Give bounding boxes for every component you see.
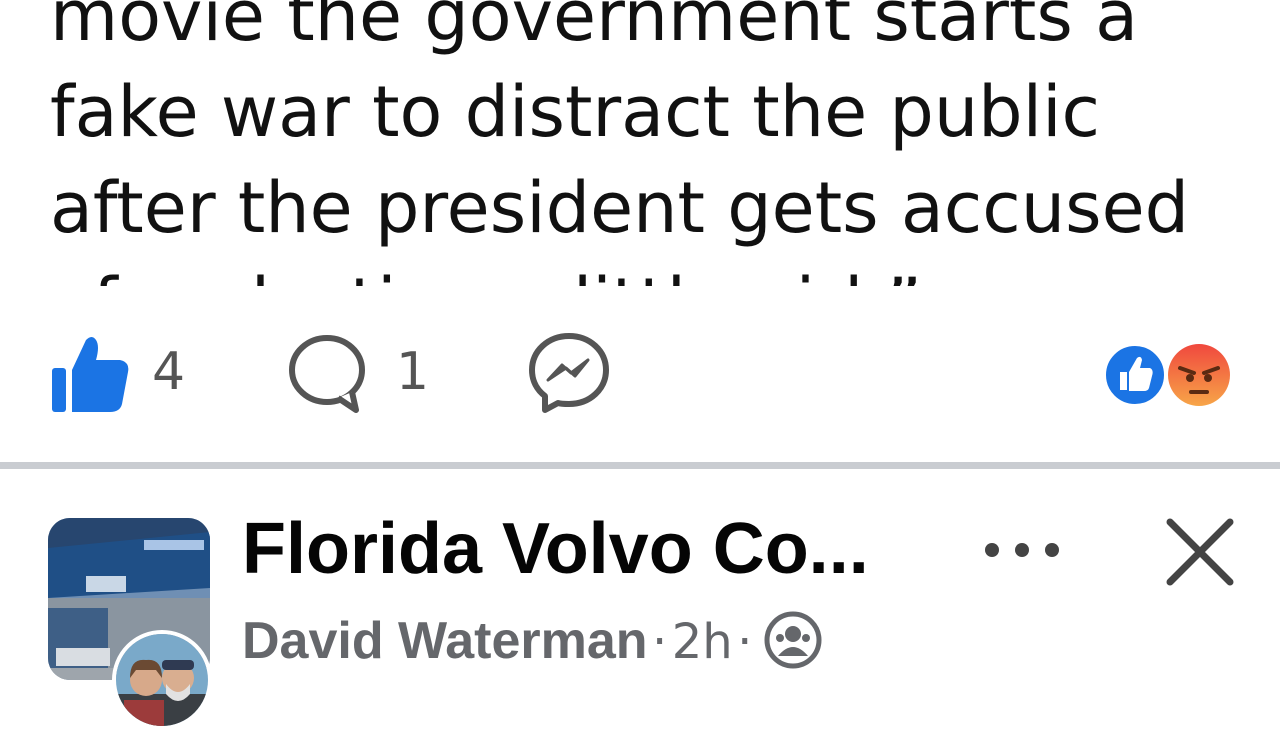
close-button[interactable]: [1162, 514, 1238, 590]
comment-button[interactable]: [288, 334, 368, 414]
meta-separator: ·: [737, 614, 753, 670]
author-name[interactable]: David Waterman: [242, 612, 648, 670]
more-options-button[interactable]: [980, 530, 1064, 570]
post-text: movie the government starts a fake war t…: [50, 0, 1260, 286]
reactions-summary[interactable]: [1100, 340, 1240, 410]
friends-audience-icon[interactable]: [763, 610, 823, 670]
like-button[interactable]: [50, 334, 130, 414]
like-reaction-icon: [1102, 342, 1168, 408]
page-name[interactable]: Florida Volvo Co...: [242, 508, 922, 590]
close-icon: [1166, 518, 1234, 586]
post-divider: [0, 462, 1280, 469]
angry-reaction-icon: [1166, 342, 1232, 408]
send-messenger-button[interactable]: [528, 332, 610, 414]
post-text-line: after the president gets accused: [50, 167, 1190, 249]
next-post-header: Florida Volvo Co... David Waterman · 2h …: [0, 470, 1280, 730]
more-horizontal-icon: [985, 543, 1059, 557]
comment-bubble-icon: [289, 335, 365, 413]
like-count: 4: [152, 342, 186, 402]
post-action-bar: 4 1: [0, 330, 1280, 420]
user-avatar[interactable]: [112, 630, 212, 730]
messenger-icon: [529, 333, 609, 413]
comment-count: 1: [396, 342, 430, 402]
post-text-line: fake war to distract the public: [50, 71, 1100, 153]
thumbs-up-icon: [52, 337, 129, 412]
post-meta: David Waterman · 2h ·: [242, 610, 823, 680]
meta-separator: ·: [651, 614, 668, 670]
avatar-group[interactable]: [48, 518, 212, 730]
post-text-line: of molesting a little girl.”: [50, 256, 1260, 286]
post-text-line: movie the government starts a: [50, 0, 1138, 57]
post-timestamp[interactable]: 2h: [672, 614, 733, 670]
